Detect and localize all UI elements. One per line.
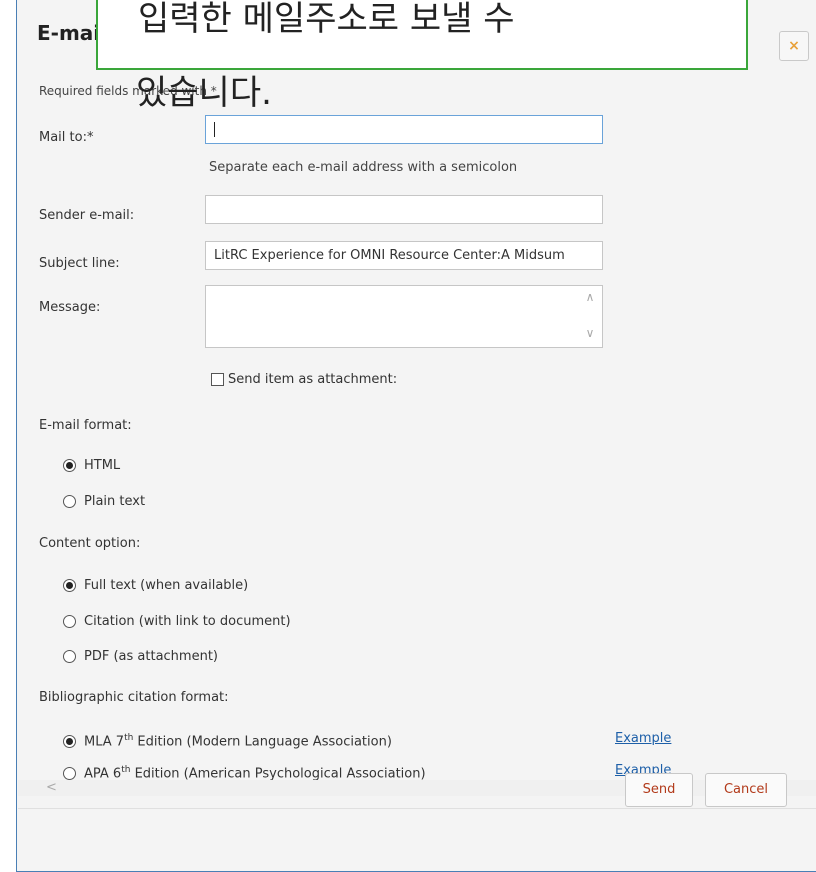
radio-label: MLA 7th Edition (Modern Language Associa… xyxy=(84,733,392,750)
attachment-checkbox[interactable] xyxy=(211,373,224,386)
scroll-left-icon[interactable]: < xyxy=(46,780,57,795)
horizontal-scrollbar[interactable]: < xyxy=(18,780,816,796)
tooltip-line-2: 있습니다. xyxy=(136,73,272,113)
scroll-down-icon: ∨ xyxy=(585,326,595,340)
radio-apa[interactable]: APA 6th Edition (American Psychological … xyxy=(63,765,426,781)
radio-citation[interactable]: Citation (with link to document) xyxy=(63,614,291,629)
radio-label: Plain text xyxy=(84,494,146,509)
send-button[interactable]: Send xyxy=(625,773,693,807)
message-textarea[interactable]: ∧ ∨ xyxy=(205,285,603,348)
radio-label: HTML xyxy=(84,458,121,473)
radio-button[interactable] xyxy=(63,766,76,780)
mla-example-link[interactable]: Example xyxy=(615,731,671,746)
radio-mla[interactable]: MLA 7th Edition (Modern Language Associa… xyxy=(63,733,392,749)
scroll-up-icon: ∧ xyxy=(585,290,595,304)
sender-email-input[interactable] xyxy=(205,195,603,224)
radio-label: Citation (with link to document) xyxy=(84,614,291,629)
radio-button[interactable] xyxy=(63,734,76,748)
radio-label: APA 6th Edition (American Psychological … xyxy=(84,765,426,782)
mail-to-label: Mail to:* xyxy=(39,130,94,145)
radio-button[interactable] xyxy=(63,615,76,628)
radio-label: PDF (as attachment) xyxy=(84,649,218,664)
subject-label: Subject line: xyxy=(39,256,120,271)
citation-format-heading: Bibliographic citation format: xyxy=(39,690,229,705)
attachment-label: Send item as attachment: xyxy=(228,372,398,387)
message-label: Message: xyxy=(39,300,101,315)
textarea-scrollbar[interactable]: ∧ ∨ xyxy=(582,290,598,345)
radio-button[interactable] xyxy=(63,650,76,663)
radio-pdf[interactable]: PDF (as attachment) xyxy=(63,649,218,664)
mail-to-hint: Separate each e-mail address with a semi… xyxy=(209,160,518,175)
subject-input[interactable]: LitRC Experience for OMNI Resource Cente… xyxy=(205,241,603,270)
text-cursor xyxy=(214,122,215,137)
sender-email-label: Sender e-mail: xyxy=(39,208,135,223)
mail-to-input[interactable] xyxy=(205,115,603,144)
radio-button[interactable] xyxy=(63,459,76,472)
attachment-option[interactable]: Send item as attachment: xyxy=(211,372,397,387)
cancel-button[interactable]: Cancel xyxy=(705,773,787,807)
radio-html[interactable]: HTML xyxy=(63,458,120,473)
footer-divider xyxy=(18,808,816,809)
radio-button[interactable] xyxy=(63,579,76,592)
email-dialog: E-mail × Required fields marked with * M… xyxy=(16,0,816,872)
content-option-heading: Content option: xyxy=(39,536,141,551)
tooltip-line-1: 입력한 메일주소로 보낼 수 xyxy=(138,0,515,39)
radio-label: Full text (when available) xyxy=(84,578,249,593)
radio-button[interactable] xyxy=(63,495,76,508)
close-button[interactable]: × xyxy=(779,31,809,61)
close-icon: × xyxy=(788,38,800,54)
tooltip-popup: 입력한 메일주소로 보낼 수 xyxy=(96,0,748,70)
email-format-heading: E-mail format: xyxy=(39,418,132,433)
radio-plain-text[interactable]: Plain text xyxy=(63,494,145,509)
radio-full-text[interactable]: Full text (when available) xyxy=(63,578,248,593)
